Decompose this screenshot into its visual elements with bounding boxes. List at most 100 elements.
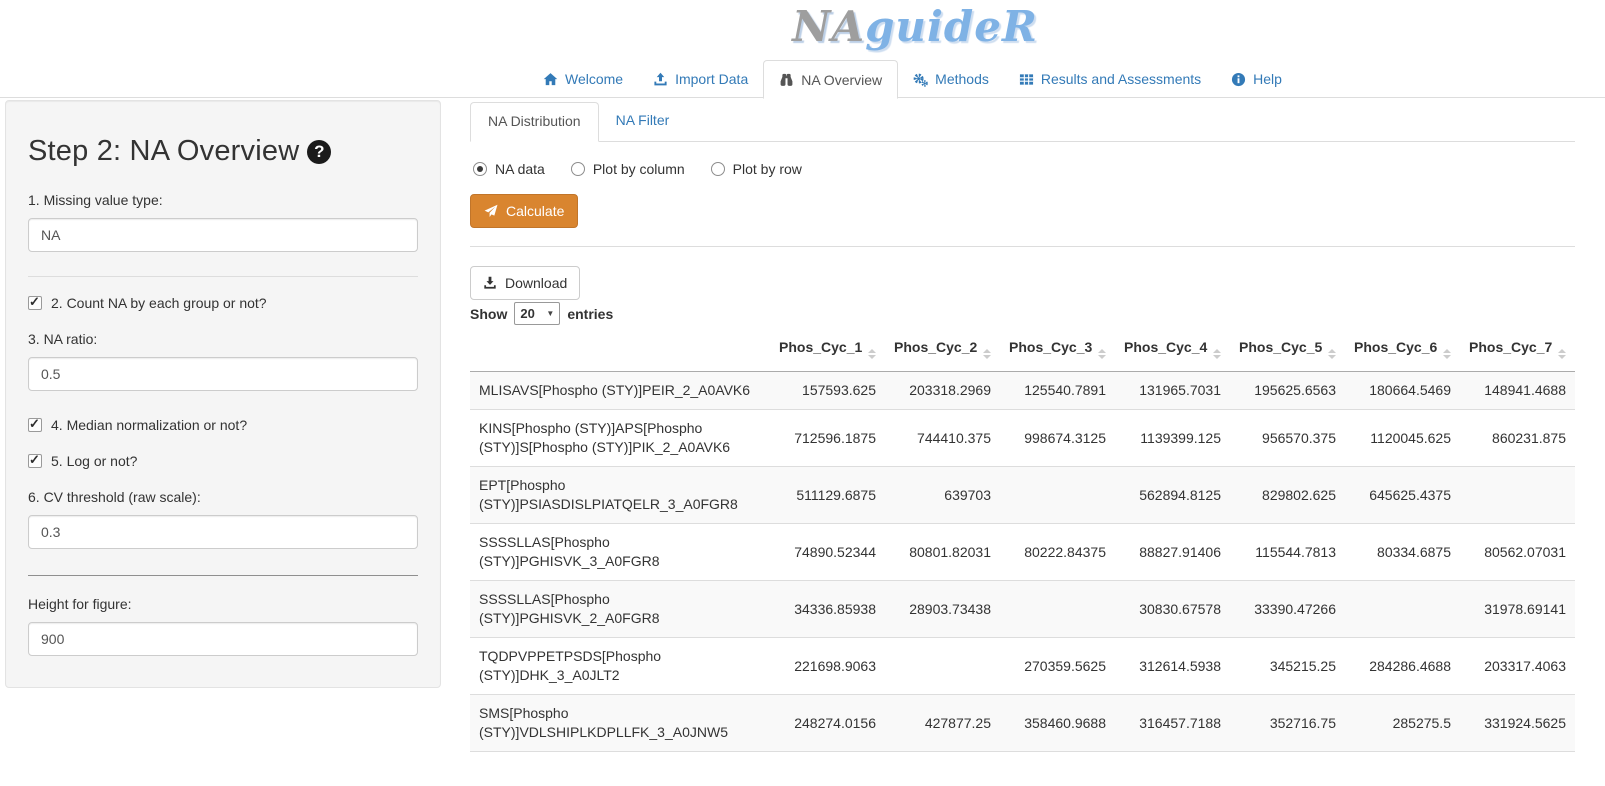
sort-icon xyxy=(1098,349,1106,359)
table-row: SMS[Phospho (STY)]VDLSHIPLKDPLLFK_3_A0JN… xyxy=(470,695,1575,752)
value-cell: 125540.7891 xyxy=(1000,372,1115,410)
app-logo: NAguideR xyxy=(792,2,1038,51)
log-label: 5. Log or not? xyxy=(51,453,137,469)
calculate-button[interactable]: Calculate xyxy=(470,194,578,228)
info-icon xyxy=(1231,72,1246,87)
radio-button-icon[interactable] xyxy=(571,162,585,176)
send-icon xyxy=(484,204,498,218)
nav-tab-results[interactable]: Results and Assessments xyxy=(1004,60,1216,98)
radio-button-icon[interactable] xyxy=(473,162,487,176)
value-cell: 80562.07031 xyxy=(1460,524,1575,581)
radio-plot-by-column[interactable]: Plot by column xyxy=(571,161,685,177)
value-cell: 1120045.625 xyxy=(1345,410,1460,467)
column-header-label: Phos_Cyc_1 xyxy=(779,339,862,355)
na-data-table: Phos_Cyc_1 Phos_Cyc_2 Phos_Cyc_3 Phos_Cy… xyxy=(470,329,1575,752)
row-name-cell: TQDPVPPETPSDS[Phospho (STY)]DHK_3_A0JLT2 xyxy=(470,638,770,695)
column-header-label: Phos_Cyc_3 xyxy=(1009,339,1092,355)
value-cell: 358460.9688 xyxy=(1000,695,1115,752)
sort-icon xyxy=(1213,349,1221,359)
value-cell: 998674.3125 xyxy=(1000,410,1115,467)
count-na-group-checkbox[interactable] xyxy=(28,296,42,310)
column-header[interactable]: Phos_Cyc_6 xyxy=(1345,329,1460,372)
table-row: TQDPVPPETPSDS[Phospho (STY)]DHK_3_A0JLT2… xyxy=(470,638,1575,695)
column-header[interactable]: Phos_Cyc_2 xyxy=(885,329,1000,372)
main-navbar: Welcome Import Data NA Overview Methods … xyxy=(528,60,1297,98)
log-checkbox[interactable] xyxy=(28,454,42,468)
home-icon xyxy=(543,72,558,87)
value-cell: 956570.375 xyxy=(1230,410,1345,467)
radio-plot-by-row[interactable]: Plot by row xyxy=(711,161,802,177)
cv-threshold-input[interactable] xyxy=(28,515,418,549)
count-na-group-label: 2. Count NA by each group or not? xyxy=(51,295,267,311)
download-button-label: Download xyxy=(505,275,567,291)
value-cell: 203318.2969 xyxy=(885,372,1000,410)
nav-tab-label: Welcome xyxy=(565,71,623,87)
upload-icon xyxy=(653,72,668,87)
sort-icon xyxy=(1558,349,1566,359)
missing-value-type-input[interactable] xyxy=(28,218,418,252)
table-length-control: Show 20 ▼ entries xyxy=(470,302,613,325)
sidebar-divider-1 xyxy=(28,276,418,277)
na-ratio-input[interactable] xyxy=(28,357,418,391)
nav-tab-label: Results and Assessments xyxy=(1041,71,1201,87)
question-circle-icon[interactable]: ? xyxy=(307,140,331,164)
entries-select[interactable]: 20 ▼ xyxy=(514,302,560,325)
table-row: EPT[Phospho (STY)]PSIASDISLPIATQELR_3_A0… xyxy=(470,467,1575,524)
nav-tab-label: Import Data xyxy=(675,71,748,87)
nav-tab-label: Methods xyxy=(935,71,989,87)
entries-select-value: 20 xyxy=(520,306,534,321)
sidebar-panel: Step 2: NA Overview? 1. Missing value ty… xyxy=(5,100,441,688)
log-checkbox-row[interactable]: 5. Log or not? xyxy=(28,453,418,469)
nav-tab-help[interactable]: Help xyxy=(1216,60,1297,98)
value-cell: 33390.47266 xyxy=(1230,581,1345,638)
row-name-cell: SMS[Phospho (STY)]VDLSHIPLKDPLLFK_3_A0JN… xyxy=(470,695,770,752)
value-cell: 180664.5469 xyxy=(1345,372,1460,410)
value-cell: 80334.6875 xyxy=(1345,524,1460,581)
column-header[interactable]: Phos_Cyc_7 xyxy=(1460,329,1575,372)
median-normalization-checkbox[interactable] xyxy=(28,418,42,432)
sort-icon xyxy=(1443,349,1451,359)
sort-icon xyxy=(868,349,876,359)
sort-icon xyxy=(983,349,991,359)
radio-na-data[interactable]: NA data xyxy=(473,161,545,177)
nav-tab-na-overview[interactable]: NA Overview xyxy=(763,60,898,99)
value-cell: 80222.84375 xyxy=(1000,524,1115,581)
value-cell: 248274.0156 xyxy=(770,695,885,752)
column-header[interactable]: Phos_Cyc_3 xyxy=(1000,329,1115,372)
radio-button-icon[interactable] xyxy=(711,162,725,176)
value-cell: 221698.9063 xyxy=(770,638,885,695)
row-name-cell: KINS[Phospho (STY)]APS[Phospho (STY)]S[P… xyxy=(470,410,770,467)
column-header-label: Phos_Cyc_5 xyxy=(1239,339,1322,355)
value-cell: 829802.625 xyxy=(1230,467,1345,524)
value-cell: 34336.85938 xyxy=(770,581,885,638)
value-cell: 203317.4063 xyxy=(1460,638,1575,695)
logo-part-na: NA xyxy=(792,2,865,51)
value-cell: 31978.69141 xyxy=(1460,581,1575,638)
figure-height-input[interactable] xyxy=(28,622,418,656)
tab-na-distribution[interactable]: NA Distribution xyxy=(470,102,599,142)
value-cell: 352716.75 xyxy=(1230,695,1345,752)
nav-tab-import-data[interactable]: Import Data xyxy=(638,60,763,98)
table-row: SSSSLLAS[Phospho (STY)]PGHISVK_2_A0FGR8 … xyxy=(470,581,1575,638)
download-button[interactable]: Download xyxy=(470,266,580,300)
value-cell: 285275.5 xyxy=(1345,695,1460,752)
figure-height-label: Height for figure: xyxy=(28,596,418,612)
tab-na-filter[interactable]: NA Filter xyxy=(599,102,687,141)
plot-type-radio-group: NA data Plot by column Plot by row xyxy=(473,161,802,177)
value-cell: 860231.875 xyxy=(1460,410,1575,467)
count-na-group-checkbox-row[interactable]: 2. Count NA by each group or not? xyxy=(28,295,418,311)
column-header[interactable]: Phos_Cyc_1 xyxy=(770,329,885,372)
row-name-column-header xyxy=(470,329,770,372)
nav-tab-label: NA Overview xyxy=(801,72,882,88)
column-header[interactable]: Phos_Cyc_4 xyxy=(1115,329,1230,372)
calculate-button-label: Calculate xyxy=(506,203,564,219)
column-header[interactable]: Phos_Cyc_5 xyxy=(1230,329,1345,372)
download-icon xyxy=(483,276,497,290)
sidebar-divider-2 xyxy=(28,575,418,576)
nav-tab-welcome[interactable]: Welcome xyxy=(528,60,638,98)
sub-tabbar: NA Distribution NA Filter xyxy=(470,102,1575,142)
value-cell xyxy=(1460,467,1575,524)
nav-tab-methods[interactable]: Methods xyxy=(898,60,1004,98)
median-normalization-checkbox-row[interactable]: 4. Median normalization or not? xyxy=(28,417,418,433)
column-header-label: Phos_Cyc_7 xyxy=(1469,339,1552,355)
